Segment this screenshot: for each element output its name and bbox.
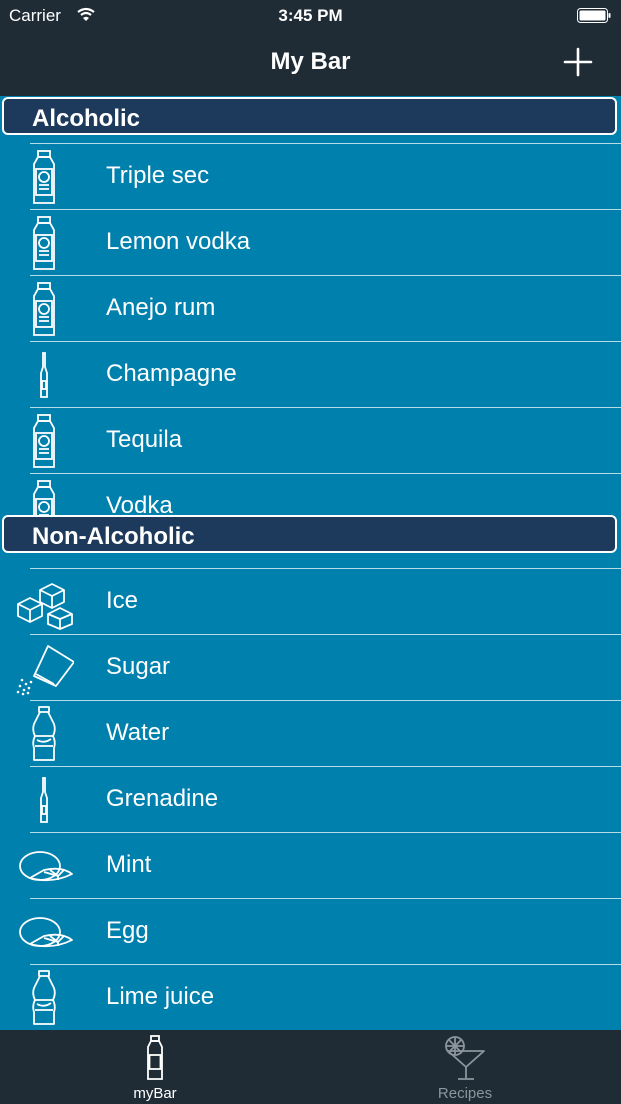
status-bar: Carrier 3:45 PM (0, 0, 621, 32)
plus-icon[interactable] (563, 47, 593, 77)
item-label: Ice (106, 587, 139, 614)
row-separator (30, 275, 621, 276)
row-separator (30, 634, 621, 635)
tab-label: myBar (133, 1085, 177, 1102)
list-item[interactable]: Egg (0, 898, 621, 964)
citrus-icon (19, 851, 73, 882)
item-label: Champagne (106, 360, 237, 387)
battery-icon (577, 8, 611, 23)
list-item[interactable]: Lemon vodka (0, 209, 621, 275)
item-label: Mint (106, 851, 152, 878)
list-item[interactable]: Sugar (0, 634, 621, 700)
list-item[interactable]: Lime juice (0, 964, 621, 1030)
row-separator (30, 766, 621, 767)
thin-bottle-icon (40, 777, 48, 823)
status-time: 3:45 PM (278, 6, 343, 25)
section-header-non-alcoholic: Non-Alcoholic (2, 515, 617, 553)
list-item[interactable]: Mint (0, 832, 621, 898)
tab-mybar[interactable]: myBar (0, 1030, 310, 1104)
row-separator (30, 407, 621, 408)
list-item[interactable]: Champagne (0, 341, 621, 407)
item-label: Lime juice (106, 983, 215, 1010)
ice-cubes-icon (17, 583, 73, 630)
liquor-bottle-icon (33, 150, 55, 204)
item-label: Grenadine (106, 785, 219, 812)
item-label: Egg (106, 917, 149, 944)
tab-recipes[interactable]: Recipes (310, 1030, 620, 1104)
sugar-shaker-icon (16, 645, 74, 696)
bottle-icon (147, 1035, 163, 1080)
soda-bottle-icon (32, 706, 56, 761)
row-separator (30, 143, 621, 144)
row-separator (30, 568, 621, 569)
liquor-bottle-icon (33, 414, 55, 468)
section-header-alcoholic: Alcoholic (2, 97, 617, 135)
row-separator (30, 832, 621, 833)
row-separator (30, 341, 621, 342)
thin-bottle-icon (40, 352, 48, 398)
ingredient-list[interactable]: Triple sec Lemon vodka Anejo rum Champag… (0, 96, 621, 1030)
section-title: Alcoholic (32, 105, 141, 132)
item-label: Tequila (106, 426, 183, 453)
item-label: Lemon vodka (106, 228, 251, 255)
list-item[interactable]: Anejo rum (0, 275, 621, 341)
list-item[interactable]: Water (0, 700, 621, 766)
row-separator (30, 209, 621, 210)
section-title: Non-Alcoholic (32, 523, 195, 550)
citrus-icon (19, 917, 73, 948)
list-item[interactable]: Ice (0, 568, 621, 634)
top-bar: Carrier 3:45 PM My Bar (0, 0, 621, 96)
page-title: My Bar (270, 48, 351, 75)
soda-bottle-icon (32, 970, 56, 1025)
liquor-bottle-icon (33, 282, 55, 336)
row-separator (30, 473, 621, 474)
item-label: Anejo rum (106, 294, 216, 321)
list-item[interactable]: Grenadine (0, 766, 621, 832)
cocktail-glass-icon (445, 1036, 485, 1080)
list-item[interactable]: Triple sec (0, 143, 621, 209)
tab-bar: myBar Recipes (0, 1030, 621, 1104)
tab-label: Recipes (437, 1085, 493, 1102)
row-separator (30, 964, 621, 965)
liquor-bottle-icon (33, 216, 55, 270)
item-label: Water (106, 719, 170, 746)
item-label: Triple sec (106, 162, 210, 189)
row-separator (30, 700, 621, 701)
row-separator (30, 898, 621, 899)
item-label: Sugar (106, 653, 171, 680)
list-item[interactable]: Tequila (0, 407, 621, 473)
